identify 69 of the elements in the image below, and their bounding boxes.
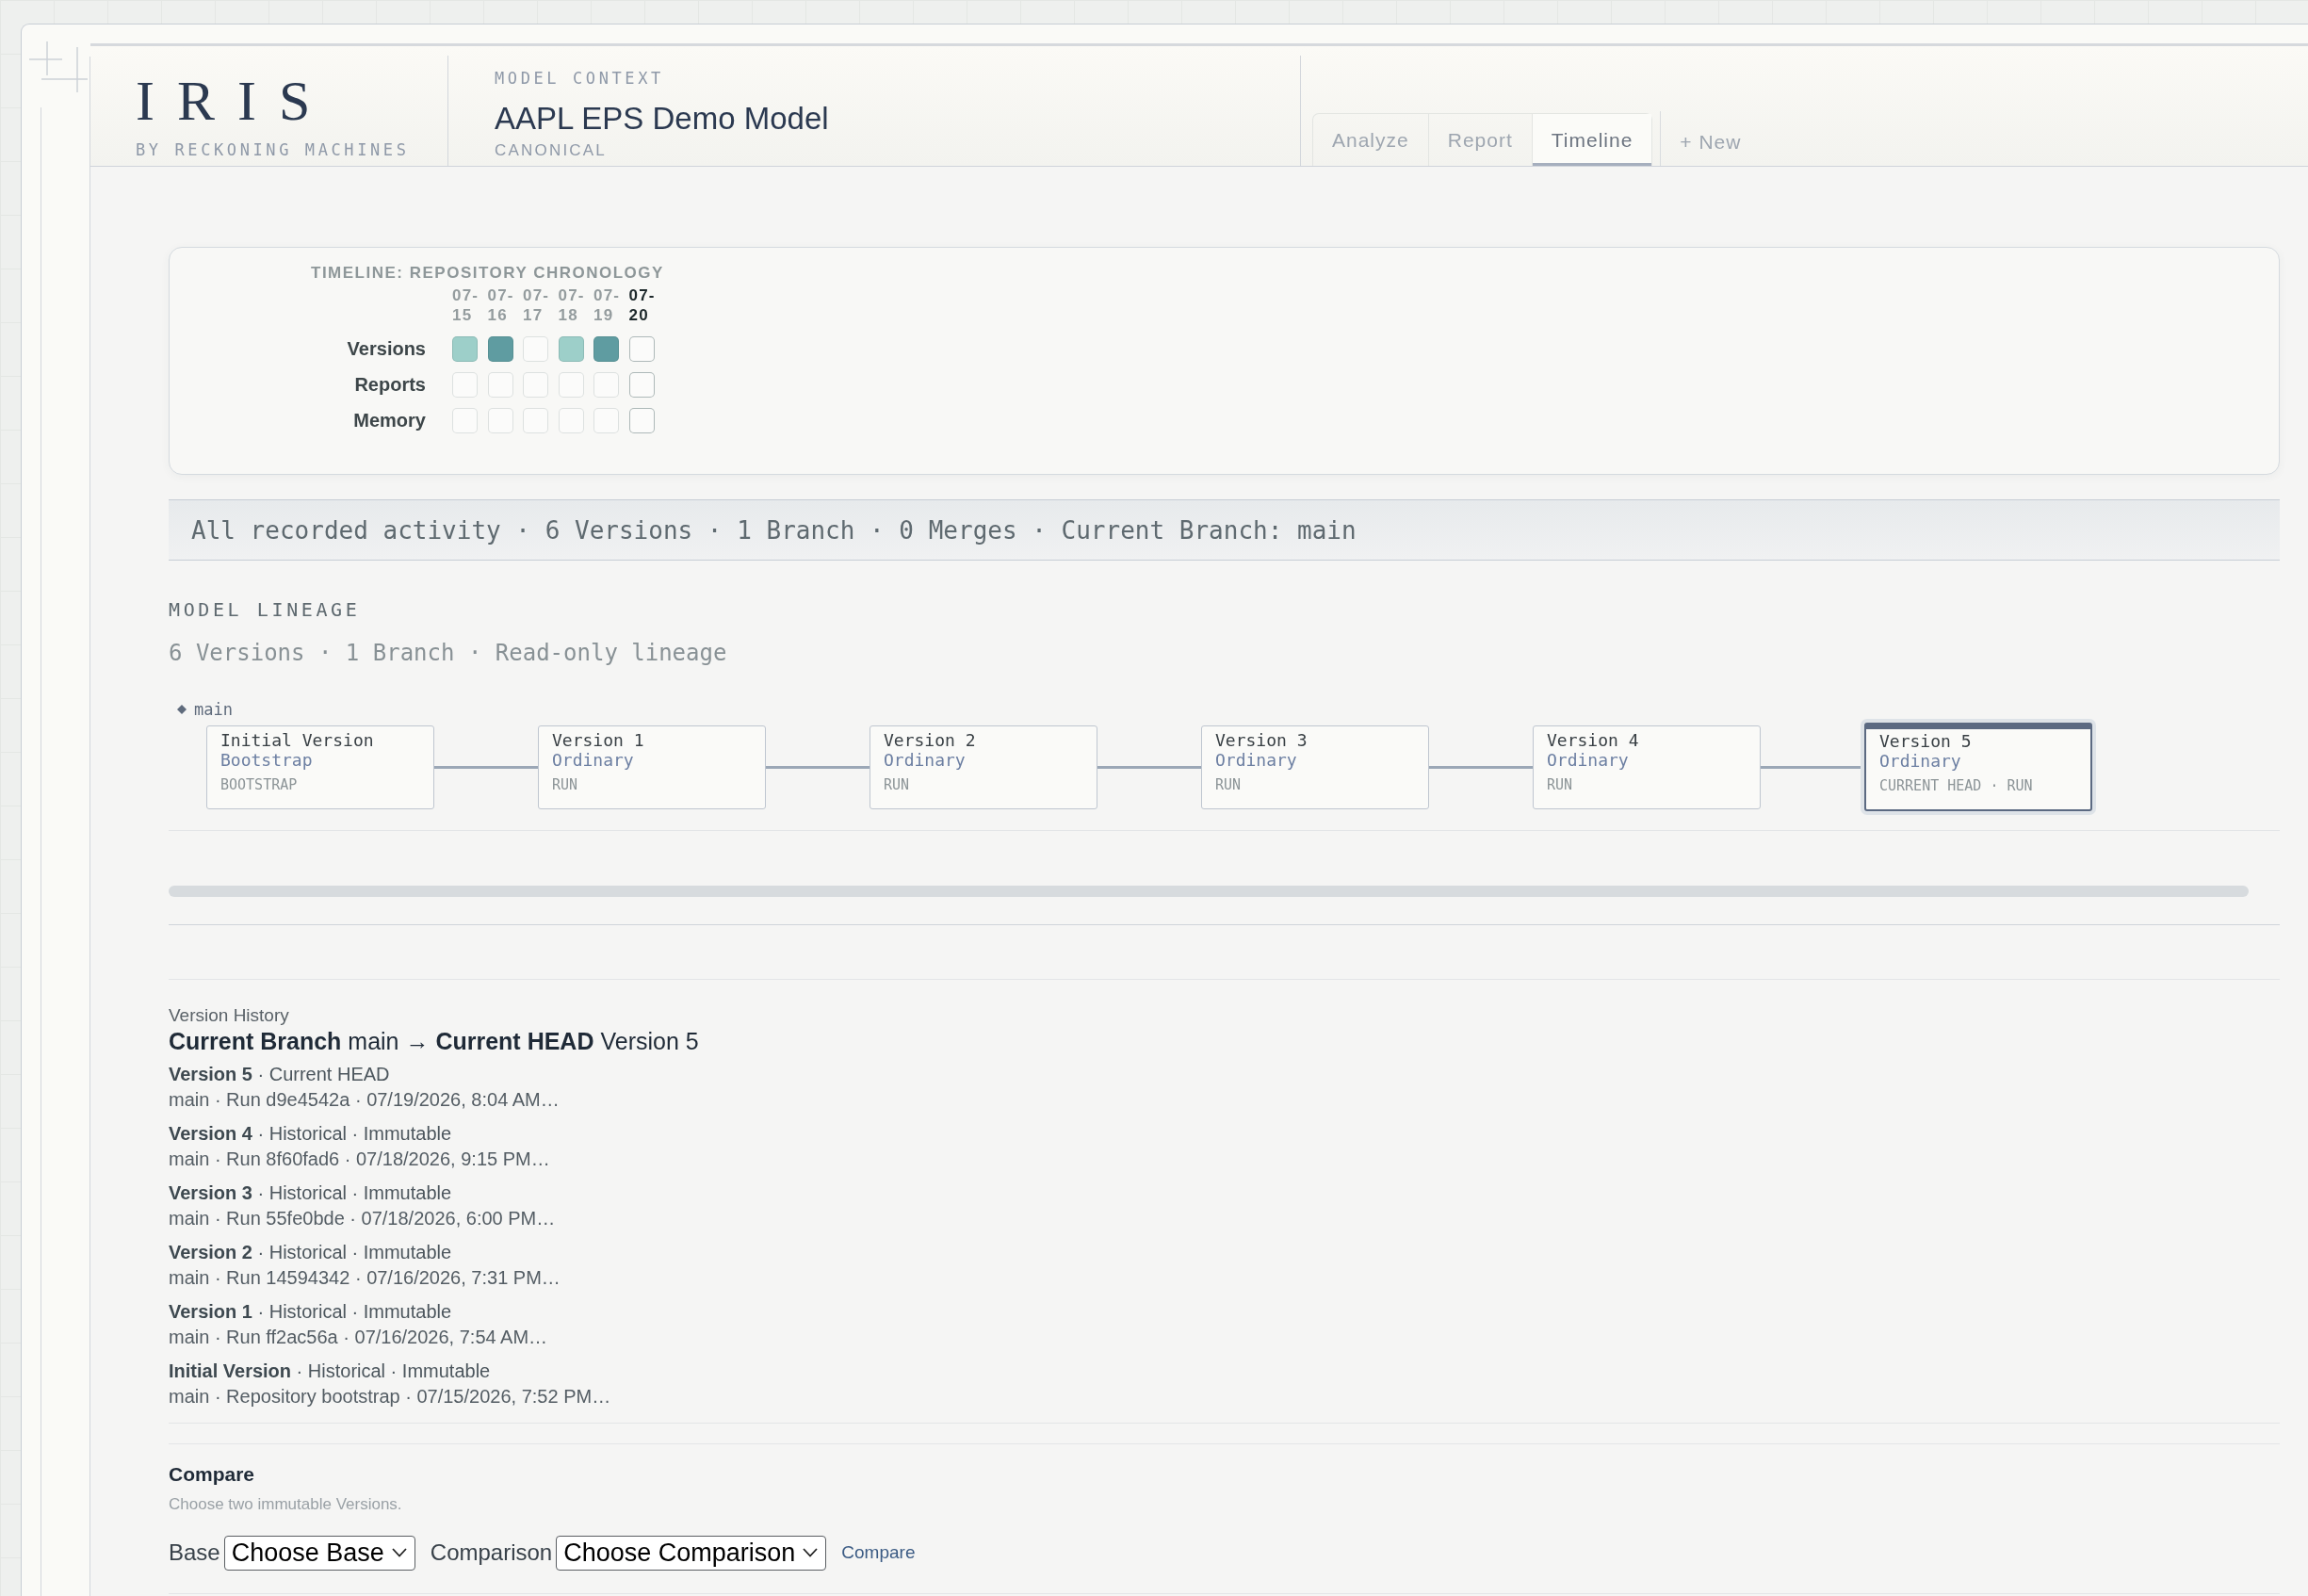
field-label: Base (169, 1539, 220, 1568)
date-label: 07-20 (628, 285, 657, 326)
timeline-title: TIMELINE: REPOSITORY CHRONOLOGY (311, 263, 665, 285)
horizontal-scrollbar[interactable] (169, 886, 2249, 898)
entry-title: Version 4 · Historical · Immutable (169, 1122, 453, 1147)
caret-icon (803, 1548, 819, 1558)
row-label: Versions (346, 337, 427, 362)
branch-label: main (194, 699, 233, 721)
entry-title: Version 3 · Historical · Immutable (169, 1181, 453, 1206)
entry-details: main · Run d9e4542a · 07/19/2026, 8:04 AM… (169, 1088, 561, 1113)
node-title: Version 1 (552, 729, 645, 750)
row-label: Reports (353, 373, 427, 398)
node-title: Version 5 (1879, 731, 1973, 752)
entry-details: main · Run 14594342 · 07/16/2026, 7:31 PM… (169, 1266, 561, 1291)
lineage-summary: 6 Versions · 1 Branch · Read-only lineage (169, 639, 728, 668)
entry-title: Version 1 · Historical · Immutable (169, 1300, 453, 1325)
node-tag: CURRENT HEAD · RUN (1879, 776, 2090, 796)
node-tag: RUN (884, 774, 1097, 794)
version-node[interactable]: Initial Version Bootstrap BOOTSTRAP (206, 725, 434, 809)
section-title: Compare (169, 1462, 256, 1488)
version-node[interactable]: Version 1 Ordinary RUN (538, 725, 766, 809)
base-select[interactable]: Choose Base (223, 1535, 415, 1571)
context-label: MODEL CONTEXT (495, 68, 665, 89)
entry-title: Initial Version · Historical · Immutable (169, 1360, 492, 1384)
date-label: 07-18 (558, 285, 586, 326)
node-title: Version 4 (1547, 729, 1640, 750)
entry-title: Version 5 · Current HEAD (169, 1063, 391, 1087)
node-tag: RUN (1215, 774, 1428, 794)
node-title: Version 2 (884, 729, 977, 750)
entry-details: main · Run ff2ac56a · 07/16/2026, 7:54 AM… (169, 1326, 549, 1350)
model-title: AAPL EPS Demo Model (495, 100, 830, 138)
node-type: Ordinary (1547, 749, 1630, 770)
compare-link[interactable]: Compare (841, 1539, 916, 1567)
activity-summary: All recorded activity · 6 Versions · 1 Branch · 0 Merges · Current Branch: main (191, 515, 1357, 545)
date-label: 07-15 (452, 285, 480, 326)
diamond-icon (177, 705, 187, 715)
date-label: 07-19 (593, 285, 622, 326)
date-label: 07-16 (487, 285, 515, 326)
node-type: Bootstrap (220, 749, 314, 770)
logo-wordmark: IRIS (136, 73, 334, 129)
branch-head-summary: Current Branch main → Current HEAD Version 5 (169, 1027, 700, 1056)
row-label: Memory (352, 409, 427, 433)
version-node[interactable]: Version 4 Ordinary RUN (1533, 725, 1761, 809)
node-type: Ordinary (884, 749, 967, 770)
entry-title: Version 2 · Historical · Immutable (169, 1241, 453, 1265)
comparison-select[interactable]: Choose Comparison (556, 1535, 827, 1571)
date-label: 07-17 (523, 285, 551, 326)
brand-tagline: BY RECKONING MACHINES (136, 139, 411, 160)
node-title: Version 3 (1215, 729, 1308, 750)
node-tag: RUN (1547, 774, 1760, 794)
corner-marks-icon (27, 40, 89, 94)
entry-details: main · Run 55fe0bde · 07/18/2026, 6:00 PM… (169, 1207, 557, 1231)
compare-hint: Choose two immutable Versions. (169, 1494, 403, 1516)
field-label: Comparison (430, 1539, 553, 1568)
node-tag: RUN (552, 774, 765, 794)
node-type: Ordinary (1215, 749, 1298, 770)
section-heading: MODEL LINEAGE (169, 597, 362, 624)
node-type: Ordinary (1879, 751, 1962, 772)
section-label: Version History (169, 1004, 290, 1028)
node-tag: BOOTSTRAP (220, 774, 433, 794)
entry-details: main · Run 8f60fad6 · 07/18/2026, 9:15 PM… (169, 1148, 551, 1172)
version-node[interactable]: Version 3 Ordinary RUN (1201, 725, 1429, 809)
model-subtitle: CANONICAL (495, 140, 608, 161)
version-node[interactable]: Version 2 Ordinary RUN (870, 725, 1097, 809)
entry-details: main · Repository bootstrap · 07/15/2026, 7:52 PM… (169, 1385, 612, 1409)
node-title: Initial Version (220, 729, 375, 750)
node-type: Ordinary (552, 749, 635, 770)
caret-icon (391, 1548, 407, 1558)
tab[interactable]: Timeline (1532, 114, 1652, 167)
